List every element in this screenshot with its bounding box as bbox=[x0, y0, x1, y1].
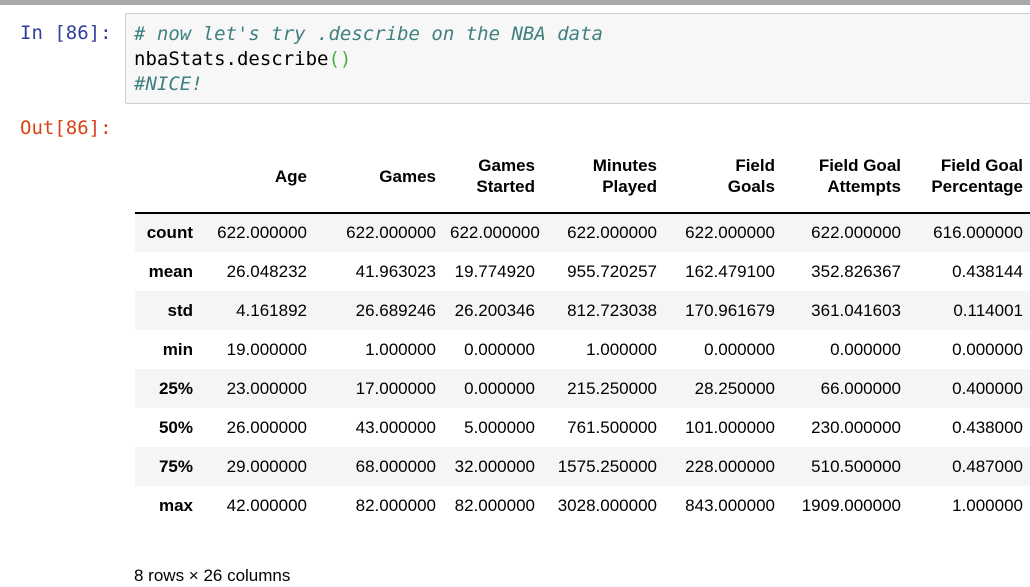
row-label: count bbox=[135, 213, 200, 252]
row-label: max bbox=[135, 486, 200, 525]
table-cell: 42.000000 bbox=[200, 486, 314, 525]
table-cell: 228.000000 bbox=[664, 447, 782, 486]
dataframe-shape-summary: 8 rows × 26 columns bbox=[134, 566, 290, 586]
table-cell: 352.826367 bbox=[782, 252, 908, 291]
code-line: # now let's try .describe on the NBA dat… bbox=[134, 22, 1027, 47]
table-row: 50%26.00000043.0000005.000000761.5000001… bbox=[135, 408, 1030, 447]
table-cell: 3028.000000 bbox=[542, 486, 664, 525]
window-top-border bbox=[0, 0, 1030, 5]
table-cell: 32.000000 bbox=[443, 447, 542, 486]
table-cell: 1.000000 bbox=[542, 330, 664, 369]
table-cell: 17.000000 bbox=[314, 369, 443, 408]
column-header: Field Goal Percentage bbox=[908, 140, 1030, 213]
column-header: Field Goals bbox=[664, 140, 782, 213]
row-label: 25% bbox=[135, 369, 200, 408]
table-cell: 162.479100 bbox=[664, 252, 782, 291]
table-row: std4.16189226.68924626.200346812.7230381… bbox=[135, 291, 1030, 330]
table-cell: 170.961679 bbox=[664, 291, 782, 330]
table-cell: 19.000000 bbox=[200, 330, 314, 369]
table-cell: 955.720257 bbox=[542, 252, 664, 291]
table-cell: 0.438144 bbox=[908, 252, 1030, 291]
code-line: nbaStats.describe() bbox=[134, 47, 1027, 72]
code-token-plain: nbaStats.describe bbox=[134, 48, 328, 70]
table-cell: 26.048232 bbox=[200, 252, 314, 291]
table-cell: 843.000000 bbox=[664, 486, 782, 525]
table-cell: 5.000000 bbox=[443, 408, 542, 447]
table-row: 25%23.00000017.0000000.000000215.2500002… bbox=[135, 369, 1030, 408]
table-row: max42.00000082.00000082.0000003028.00000… bbox=[135, 486, 1030, 525]
table-cell: 19.774920 bbox=[443, 252, 542, 291]
table-cell: 230.000000 bbox=[782, 408, 908, 447]
table-cell: 761.500000 bbox=[542, 408, 664, 447]
column-header: Field Goal Attempts bbox=[782, 140, 908, 213]
table-cell: 23.000000 bbox=[200, 369, 314, 408]
row-label: std bbox=[135, 291, 200, 330]
input-prompt-label: In [86]: bbox=[20, 21, 112, 46]
table-row: count622.000000622.000000622.000000622.0… bbox=[135, 213, 1030, 252]
table-cell: 1.000000 bbox=[908, 486, 1030, 525]
table-row: 75%29.00000068.00000032.0000001575.25000… bbox=[135, 447, 1030, 486]
output-area: AgeGamesGames StartedMinutes PlayedField… bbox=[135, 140, 1030, 525]
table-cell: 29.000000 bbox=[200, 447, 314, 486]
column-header: Games Started bbox=[443, 140, 542, 213]
table-cell: 622.000000 bbox=[314, 213, 443, 252]
code-cell[interactable]: # now let's try .describe on the NBA dat… bbox=[125, 13, 1030, 104]
dataframe-table: AgeGamesGames StartedMinutes PlayedField… bbox=[135, 140, 1030, 525]
table-cell: 215.250000 bbox=[542, 369, 664, 408]
column-header: Minutes Played bbox=[542, 140, 664, 213]
table-cell: 1.000000 bbox=[314, 330, 443, 369]
table-cell: 622.000000 bbox=[200, 213, 314, 252]
table-cell: 0.114001 bbox=[908, 291, 1030, 330]
table-cell: 4.161892 bbox=[200, 291, 314, 330]
table-cell: 1575.250000 bbox=[542, 447, 664, 486]
row-label: 50% bbox=[135, 408, 200, 447]
table-cell: 361.041603 bbox=[782, 291, 908, 330]
table-row: min19.0000001.0000000.0000001.0000000.00… bbox=[135, 330, 1030, 369]
output-prompt-label: Out[86]: bbox=[20, 116, 112, 141]
index-corner-cell bbox=[135, 140, 200, 213]
table-cell: 0.000000 bbox=[664, 330, 782, 369]
column-header: Age bbox=[200, 140, 314, 213]
row-label: mean bbox=[135, 252, 200, 291]
table-cell: 101.000000 bbox=[664, 408, 782, 447]
table-row: mean26.04823241.96302319.774920955.72025… bbox=[135, 252, 1030, 291]
row-label: min bbox=[135, 330, 200, 369]
table-cell: 68.000000 bbox=[314, 447, 443, 486]
table-cell: 0.000000 bbox=[908, 330, 1030, 369]
table-cell: 0.438000 bbox=[908, 408, 1030, 447]
table-cell: 41.963023 bbox=[314, 252, 443, 291]
table-cell: 0.400000 bbox=[908, 369, 1030, 408]
table-cell: 622.000000 bbox=[782, 213, 908, 252]
table-cell: 622.000000 bbox=[443, 213, 542, 252]
table-cell: 43.000000 bbox=[314, 408, 443, 447]
table-cell: 82.000000 bbox=[443, 486, 542, 525]
table-cell: 812.723038 bbox=[542, 291, 664, 330]
table-cell: 28.250000 bbox=[664, 369, 782, 408]
table-cell: 622.000000 bbox=[664, 213, 782, 252]
dataframe-header-row: AgeGamesGames StartedMinutes PlayedField… bbox=[135, 140, 1030, 213]
code-token-bracket: () bbox=[328, 48, 351, 70]
table-cell: 622.000000 bbox=[542, 213, 664, 252]
table-cell: 26.000000 bbox=[200, 408, 314, 447]
code-token-comment: # now let's try .describe on the NBA dat… bbox=[134, 23, 603, 45]
row-label: 75% bbox=[135, 447, 200, 486]
table-cell: 26.689246 bbox=[314, 291, 443, 330]
table-cell: 82.000000 bbox=[314, 486, 443, 525]
table-cell: 26.200346 bbox=[443, 291, 542, 330]
table-cell: 1909.000000 bbox=[782, 486, 908, 525]
code-editor[interactable]: # now let's try .describe on the NBA dat… bbox=[126, 14, 1030, 103]
table-cell: 0.000000 bbox=[782, 330, 908, 369]
code-line: #NICE! bbox=[134, 72, 1027, 97]
code-token-comment: #NICE! bbox=[134, 73, 203, 95]
table-cell: 616.000000 bbox=[908, 213, 1030, 252]
dataframe-body: count622.000000622.000000622.000000622.0… bbox=[135, 213, 1030, 525]
column-header: Games bbox=[314, 140, 443, 213]
table-cell: 66.000000 bbox=[782, 369, 908, 408]
table-cell: 510.500000 bbox=[782, 447, 908, 486]
table-cell: 0.000000 bbox=[443, 369, 542, 408]
table-cell: 0.487000 bbox=[908, 447, 1030, 486]
table-cell: 0.000000 bbox=[443, 330, 542, 369]
